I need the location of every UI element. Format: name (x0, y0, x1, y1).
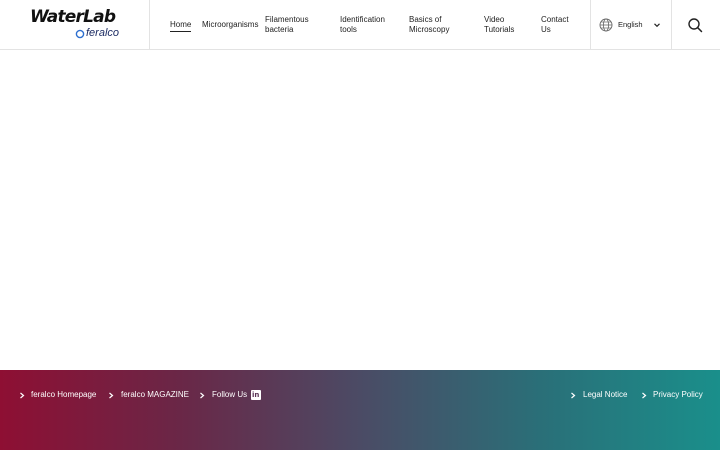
footer-link-legal-notice[interactable]: Legal Notice (583, 390, 627, 400)
main-content (0, 51, 720, 370)
main-nav: Home Microorganisms Filamentous bacteria… (150, 0, 590, 50)
language-selector[interactable]: English (590, 0, 672, 50)
nav-item-basics-of-microscopy[interactable]: Basics of Microscopy (409, 15, 459, 35)
globe-icon (599, 18, 613, 32)
site-footer: feralco Homepage feralco MAGAZINE Follow… (0, 370, 720, 450)
logo[interactable]: WaterLab feralco (0, 0, 150, 50)
chevron-right-icon (109, 392, 114, 399)
logo-subtitle: feralco (86, 27, 120, 39)
nav-item-video-tutorials[interactable]: Video Tutorials (484, 15, 524, 35)
nav-item-filamentous-bacteria[interactable]: Filamentous bacteria (265, 15, 320, 35)
footer-link-feralco-magazine[interactable]: feralco MAGAZINE (121, 390, 189, 400)
chevron-right-icon (571, 392, 576, 399)
chevron-down-icon (654, 23, 660, 28)
feralco-logo-icon (75, 29, 85, 39)
footer-link-feralco-homepage[interactable]: feralco Homepage (31, 390, 96, 400)
chevron-right-icon (200, 392, 205, 399)
site-header: WaterLab feralco Home Microorganisms Fil… (0, 0, 720, 50)
nav-item-contact-us[interactable]: Contact Us (541, 15, 573, 35)
footer-link-privacy-policy[interactable]: Privacy Policy (653, 390, 703, 400)
chevron-right-icon (20, 392, 25, 399)
footer-link-follow-us[interactable]: Follow Us (212, 390, 247, 400)
nav-item-microorganisms[interactable]: Microorganisms (202, 20, 258, 30)
chevron-right-icon (642, 392, 647, 399)
language-label: English (618, 20, 643, 29)
search-icon[interactable] (686, 16, 704, 34)
logo-title: WaterLab (30, 7, 116, 27)
nav-item-home[interactable]: Home (170, 20, 192, 32)
nav-item-identification-tools[interactable]: Identification tools (340, 15, 395, 35)
linkedin-icon[interactable]: in (251, 390, 261, 400)
